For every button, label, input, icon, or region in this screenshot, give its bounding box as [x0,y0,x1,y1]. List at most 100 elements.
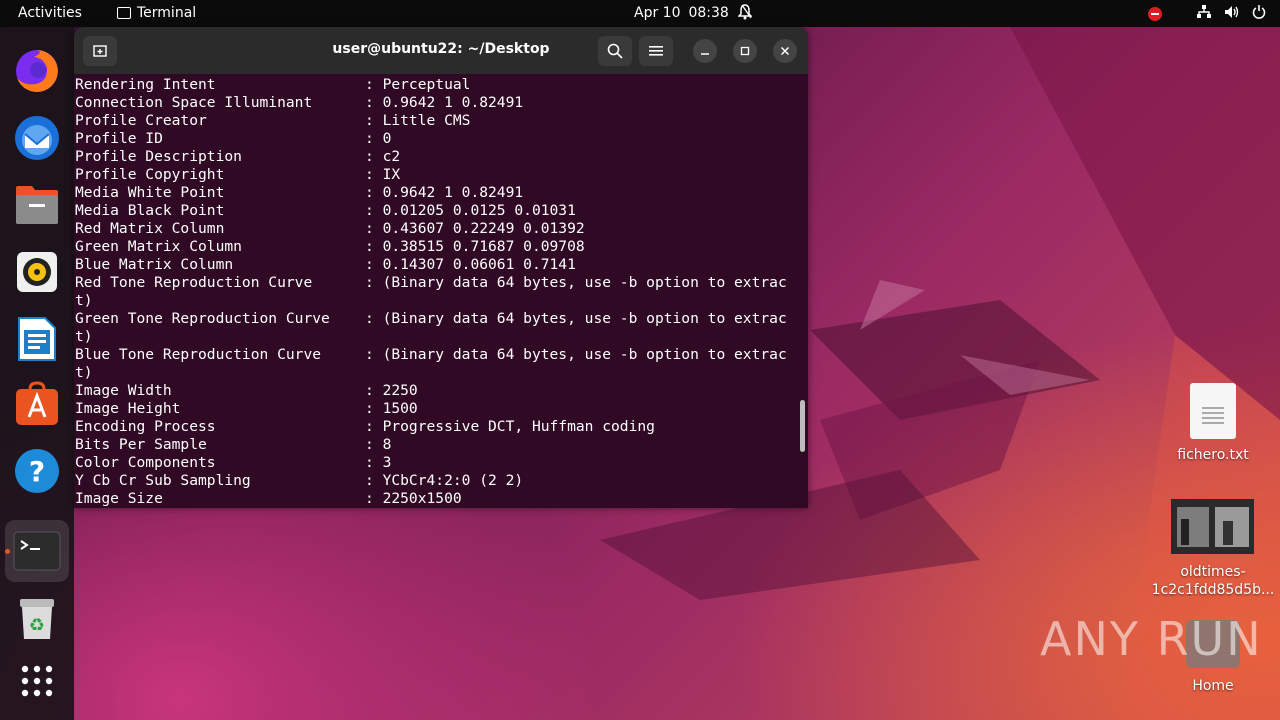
terminal-line: Image Width: 2250 [75,382,805,400]
show-apps-icon[interactable] [13,657,61,705]
separator: : [365,220,383,237]
field-name: Blue Matrix Column [75,256,234,273]
terminal-dock-icon[interactable] [5,520,69,582]
terminal-line: Green Tone Reproduction Curve: (Binary d… [75,310,805,328]
separator: : [365,202,383,219]
field-name: Media White Point [75,184,225,201]
field-value: 2250 [382,382,418,399]
time-label: 08:38 [688,5,729,21]
field-name: Rendering Intent [75,76,216,93]
terminal-line: Y Cb Cr Sub Sampling: YCbCr4:2:0 (2 2) [75,472,805,490]
help-icon[interactable]: ? [13,447,61,495]
terminal-line: Profile ID: 0 [75,130,805,148]
power-icon [1252,5,1266,23]
image-file-label-line1: oldtimes- [1180,564,1246,580]
field-name: Green Matrix Column [75,238,242,255]
terminal-line: Media Black Point: 0.01205 0.0125 0.0103… [75,202,805,220]
top-bar: Activities Terminal Apr 10 08:38 [0,0,1280,27]
terminal-line: Rendering Intent: Perceptual [75,76,805,94]
terminal-icon [117,7,131,19]
field-value: 3 [382,454,392,471]
field-name: Red Tone Reproduction Curve [75,274,313,291]
field-value: (Binary data 64 bytes, use -b option to … [382,274,787,291]
rhythmbox-icon[interactable] [13,248,61,296]
minimize-button[interactable] [693,39,717,63]
files-icon[interactable] [13,181,61,229]
field-name: Profile Description [75,148,242,165]
field-value: 0 [382,130,392,147]
text-file-icon[interactable] [1190,383,1236,439]
terminal-scrollbar[interactable] [800,400,805,452]
separator: : [365,400,383,417]
field-name: Image Size [75,490,163,507]
terminal-line: Blue Matrix Column: 0.14307 0.06061 0.71… [75,256,805,274]
field-value: 0.9642 1 0.82491 [382,94,524,111]
terminal-line: Red Tone Reproduction Curve: (Binary dat… [75,274,805,292]
image-thumbnail[interactable] [1171,499,1254,554]
system-tray[interactable] [1148,5,1266,23]
close-button[interactable] [773,39,797,63]
terminal-line: Encoding Process: Progressive DCT, Huffm… [75,418,805,436]
separator: : [365,130,383,147]
field-value: 0.01205 0.0125 0.01031 [382,202,576,219]
terminal-line-wrap: t) [75,364,93,381]
field-name: Encoding Process [75,418,216,435]
terminal-line-wrap: t) [75,328,93,345]
app-center-icon[interactable] [13,380,61,428]
separator: : [365,310,383,327]
network-icon [1196,5,1212,23]
trash-icon[interactable]: ♻ [13,595,61,643]
stop-recording-icon[interactable] [1148,7,1162,21]
field-value: 8 [382,436,392,453]
menu-button[interactable] [639,36,673,66]
terminal-line: Image Size: 2250x1500 [75,490,805,508]
home-folder-label[interactable]: Home [1178,678,1248,694]
field-name: Profile Creator [75,112,207,129]
field-value: 1500 [382,400,418,417]
separator: : [365,166,383,183]
field-name: Image Height [75,400,181,417]
separator: : [365,94,383,111]
separator: : [365,454,383,471]
app-menu[interactable]: Terminal [117,5,196,21]
search-button[interactable] [598,36,632,66]
maximize-button[interactable] [733,39,757,63]
separator: : [365,148,383,165]
bell-icon [737,4,753,24]
field-value: IX [382,166,401,183]
terminal-line: Connection Space Illuminant: 0.9642 1 0.… [75,94,805,112]
terminal-output[interactable]: Rendering Intent: Perceptual Connection S… [75,74,805,508]
app-name: Terminal [137,5,197,21]
field-name: Media Black Point [75,202,225,219]
clock[interactable]: Apr 10 08:38 [634,5,729,21]
thunderbird-icon[interactable] [13,114,61,162]
field-value: YCbCr4:2:0 (2 2) [382,472,524,489]
svg-text:♻: ♻ [29,615,45,636]
terminal-line: Blue Tone Reproduction Curve: (Binary da… [75,346,805,364]
active-indicator [5,549,10,554]
field-name: Y Cb Cr Sub Sampling [75,472,251,489]
separator: : [365,436,383,453]
terminal-line: Bits Per Sample: 8 [75,436,805,454]
svg-text:?: ? [29,455,45,488]
terminal-line: Green Matrix Column: 0.38515 0.71687 0.0… [75,238,805,256]
field-name: Profile ID [75,130,163,147]
separator: : [365,184,383,201]
separator: : [365,382,383,399]
activities-button[interactable]: Activities [18,5,82,21]
field-name: Image Width [75,382,172,399]
desktop-file-label[interactable]: fichero.txt [1160,447,1266,463]
separator: : [365,76,383,93]
separator: : [365,256,383,273]
libreoffice-writer-icon[interactable] [13,315,61,363]
field-value: Perceptual [382,76,471,93]
terminal-window[interactable]: user@ubuntu22: ~/Desktop Rendering Inten… [74,27,808,508]
image-file-label[interactable]: oldtimes- 1c2c1fdd85d5b... [1150,563,1276,599]
field-name: Connection Space Illuminant [75,94,313,111]
anyrun-watermark: ANY RUN [1040,612,1263,666]
firefox-icon[interactable] [13,47,61,95]
volume-icon [1224,5,1240,23]
image-file-label-line2: 1c2c1fdd85d5b... [1151,582,1275,598]
terminal-titlebar[interactable]: user@ubuntu22: ~/Desktop [74,27,808,74]
separator: : [365,274,383,291]
